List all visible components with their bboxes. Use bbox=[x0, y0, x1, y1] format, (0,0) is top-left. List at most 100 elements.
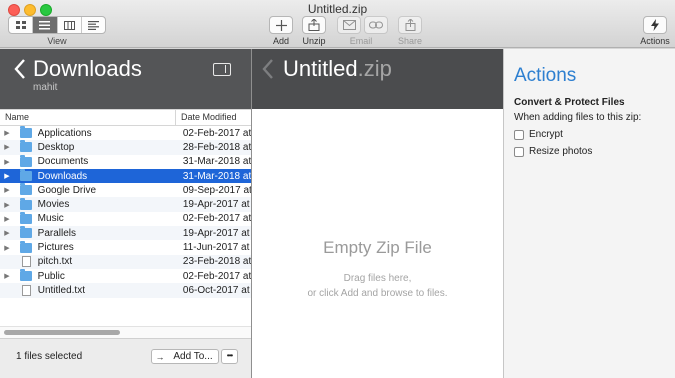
checkbox-icon[interactable] bbox=[514, 129, 524, 140]
file-name: Parallels bbox=[37, 227, 77, 239]
file-date: 06-Oct-2017 at 1 bbox=[182, 284, 251, 296]
folder-icon bbox=[19, 226, 32, 239]
document-icon bbox=[21, 284, 31, 296]
file-date: 28-Feb-2018 at bbox=[182, 141, 251, 153]
disclosure-triangle-icon[interactable]: ▶ bbox=[0, 186, 14, 194]
link-icon bbox=[369, 21, 383, 29]
file-row[interactable]: ▶ Desktop 28-Feb-2018 at bbox=[0, 140, 251, 155]
add-button[interactable] bbox=[269, 16, 293, 34]
sidebar-toggle-icon[interactable] bbox=[213, 63, 231, 76]
file-name: Google Drive bbox=[37, 184, 97, 196]
column-view-button[interactable] bbox=[58, 17, 82, 33]
actions-button[interactable] bbox=[643, 16, 667, 34]
file-date: 02-Feb-2017 at bbox=[182, 127, 251, 139]
disclosure-triangle-icon[interactable]: ▶ bbox=[0, 244, 14, 252]
file-name: Pictures bbox=[37, 242, 74, 254]
file-row[interactable]: ▶ Parallels 19-Apr-2017 at 1 bbox=[0, 226, 251, 241]
back-chevron-icon[interactable] bbox=[14, 58, 26, 80]
file-name: pitch.txt bbox=[37, 256, 73, 268]
file-name: Public bbox=[37, 270, 65, 282]
disclosure-triangle-icon[interactable]: ▶ bbox=[0, 229, 14, 237]
name-column-header[interactable]: Name bbox=[0, 110, 176, 125]
cover-flow-view-button[interactable] bbox=[82, 17, 105, 33]
link-button[interactable] bbox=[364, 16, 388, 34]
convert-protect-heading: Convert & Protect Files bbox=[514, 97, 625, 108]
zip-header: Untitled.zip bbox=[252, 49, 503, 109]
document-icon bbox=[21, 256, 31, 268]
file-row[interactable]: ▶ Movies 19-Apr-2017 at 1 bbox=[0, 197, 251, 212]
list-icon bbox=[39, 20, 51, 29]
file-row[interactable]: ▶ Pictures 11-Jun-2017 at 6 bbox=[0, 240, 251, 254]
browser-location-title: Downloads bbox=[33, 56, 142, 81]
empty-zip-title: Empty Zip File bbox=[323, 238, 432, 257]
unzip-label: Unzip bbox=[302, 36, 326, 46]
add-to-label: Add To... bbox=[173, 351, 213, 362]
disclosure-triangle-icon[interactable]: ▶ bbox=[0, 272, 14, 280]
encrypt-label: Encrypt bbox=[529, 129, 563, 140]
file-date: 11-Jun-2017 at 6 bbox=[182, 242, 251, 254]
browser-footer: 1 files selected → Add To... ••• bbox=[0, 338, 251, 378]
disclosure-triangle-icon[interactable]: ▶ bbox=[0, 129, 14, 137]
file-row[interactable]: ▶ Google Drive 09-Sep-2017 at bbox=[0, 183, 251, 197]
resize-photos-checkbox[interactable]: Resize photos bbox=[514, 146, 592, 157]
plus-icon bbox=[275, 19, 287, 31]
more-options-button[interactable]: ••• bbox=[221, 349, 238, 364]
back-chevron-icon[interactable] bbox=[262, 58, 274, 80]
disclosure-triangle-icon[interactable]: ▶ bbox=[0, 215, 14, 223]
zip-title: Untitled.zip bbox=[283, 56, 392, 82]
actions-label: Actions bbox=[640, 36, 670, 46]
email-button[interactable] bbox=[337, 16, 361, 34]
file-date: 09-Sep-2017 at bbox=[182, 184, 251, 196]
file-row[interactable]: ▶ Applications 02-Feb-2017 at bbox=[0, 126, 251, 140]
file-row[interactable]: ▶ Documents 31-Mar-2018 at 1 bbox=[0, 154, 251, 169]
arrow-right-icon: → bbox=[155, 351, 165, 362]
unzip-button[interactable] bbox=[302, 16, 326, 34]
file-date: 31-Mar-2018 at 1 bbox=[182, 170, 251, 182]
empty-zip-hint-2: or click Add and browse to files. bbox=[307, 288, 448, 299]
cover-flow-icon bbox=[87, 20, 99, 30]
actions-panel: Actions Convert & Protect Files When add… bbox=[504, 49, 675, 378]
add-to-button[interactable]: → Add To... bbox=[151, 349, 219, 364]
email-label: Email bbox=[349, 36, 373, 46]
file-name: Applications bbox=[37, 127, 92, 139]
zip-title-name: Untitled bbox=[283, 56, 358, 81]
file-row[interactable]: pitch.txt 23-Feb-2018 at bbox=[0, 254, 251, 269]
window-title: Untitled.zip bbox=[307, 2, 368, 16]
disclosure-triangle-icon[interactable]: ▶ bbox=[0, 172, 14, 180]
checkbox-icon[interactable] bbox=[514, 146, 524, 157]
list-view-button[interactable] bbox=[33, 17, 58, 33]
disclosure-triangle-icon[interactable]: ▶ bbox=[0, 143, 14, 151]
horizontal-scrollbar[interactable] bbox=[0, 326, 251, 338]
lightning-icon bbox=[651, 19, 659, 31]
window-toolbar: Untitled.zip View Add Unzip Email Share … bbox=[0, 0, 675, 48]
scrollbar-thumb[interactable] bbox=[4, 330, 120, 335]
share-button[interactable] bbox=[398, 16, 422, 34]
date-column-header[interactable]: Date Modified bbox=[176, 110, 251, 125]
columns-icon bbox=[63, 20, 75, 30]
file-name: Music bbox=[37, 213, 64, 225]
folder-icon bbox=[19, 154, 32, 167]
resize-photos-label: Resize photos bbox=[529, 146, 593, 157]
file-row[interactable]: ▶ Music 02-Feb-2017 at bbox=[0, 211, 251, 226]
view-mode-selector[interactable] bbox=[8, 16, 106, 34]
zip-title-ext: .zip bbox=[357, 56, 392, 81]
disclosure-triangle-icon[interactable]: ▶ bbox=[0, 201, 14, 209]
file-list: ▶ Applications 02-Feb-2017 at ▶ Desktop 28-Fe… bbox=[0, 126, 251, 326]
folder-icon bbox=[19, 269, 32, 282]
disclosure-triangle-icon[interactable]: ▶ bbox=[0, 158, 14, 166]
file-row[interactable]: Untitled.txt 06-Oct-2017 at 1 bbox=[0, 283, 251, 298]
zip-drop-area[interactable]: Empty Zip File Drag files here, or click… bbox=[252, 109, 503, 378]
selection-count: 1 files selected bbox=[16, 351, 83, 362]
folder-icon bbox=[19, 211, 32, 224]
file-date: 19-Apr-2017 at 1 bbox=[182, 199, 251, 211]
empty-zip-hint-1: Drag files here, bbox=[343, 273, 412, 284]
file-row[interactable]: ▶ Public 02-Feb-2017 at bbox=[0, 269, 251, 283]
envelope-icon bbox=[342, 20, 356, 30]
file-row[interactable]: ▶ Downloads 31-Mar-2018 at 1 bbox=[0, 168, 251, 184]
when-adding-label: When adding files to this zip: bbox=[514, 112, 642, 123]
file-date: 19-Apr-2017 at 1 bbox=[182, 227, 251, 239]
encrypt-checkbox[interactable]: Encrypt bbox=[514, 129, 563, 140]
file-list-header: Name Date Modified bbox=[0, 110, 251, 126]
actions-title: Actions bbox=[514, 65, 577, 86]
icon-view-button[interactable] bbox=[9, 17, 34, 33]
